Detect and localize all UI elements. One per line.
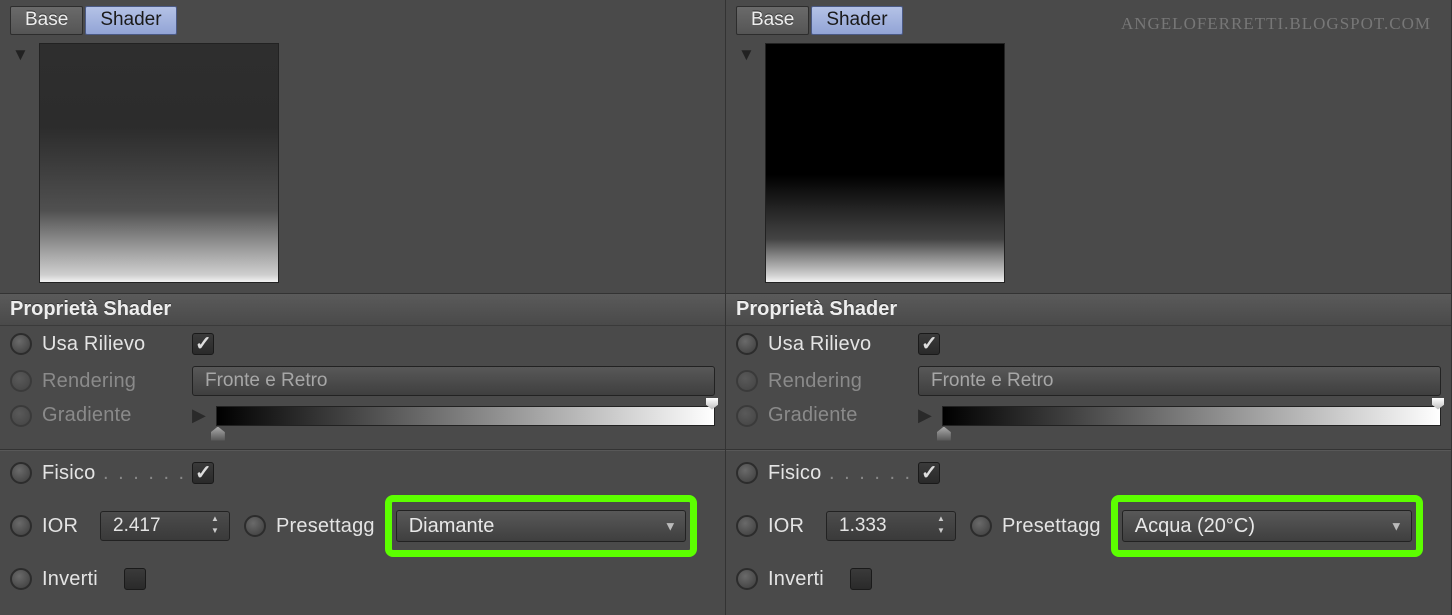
radio-usa-rilievo[interactable] [10,333,32,355]
dropdown-caret-icon: ▼ [1390,519,1403,534]
radio-inverti[interactable] [10,568,32,590]
radio-fisico[interactable] [10,462,32,484]
gradient-bar[interactable] [216,406,715,426]
label-gradiente: Gradiente [768,404,908,427]
collapse-icon[interactable]: ▼ [12,45,29,65]
checkbox-usa-rilievo[interactable] [192,333,214,355]
shader-panel-right: ANGELOFERRETTI.BLOGSPOT.COM Base Shader … [726,0,1452,615]
collapse-icon[interactable]: ▼ [738,45,755,65]
section-title: Proprietà Shader [0,293,725,326]
shader-panel-left: Base Shader ▼ Proprietà Shader Usa Rilie… [0,0,726,615]
label-gradiente: Gradiente [42,404,182,427]
input-ior[interactable]: 1.333 ▲ ▼ [826,511,956,541]
radio-usa-rilievo[interactable] [736,333,758,355]
select-preset[interactable]: Diamante ▼ [396,510,686,542]
radio-fisico[interactable] [736,462,758,484]
label-presettagg: Presettagg [276,515,375,538]
radio-rendering[interactable] [10,370,32,392]
label-ior: IOR [42,515,90,538]
tab-shader[interactable]: Shader [85,6,176,35]
section-title: Proprietà Shader [726,293,1451,326]
tab-shader[interactable]: Shader [811,6,902,35]
gradient-bar[interactable] [942,406,1441,426]
radio-gradiente[interactable] [10,405,32,427]
radio-inverti[interactable] [736,568,758,590]
checkbox-fisico[interactable] [192,462,214,484]
checkbox-fisico[interactable] [918,462,940,484]
radio-presettagg[interactable] [970,515,992,537]
separator [726,449,1451,451]
radio-ior[interactable] [736,515,758,537]
label-presettagg: Presettagg [1002,515,1101,538]
select-rendering-value: Fronte e Retro [205,370,328,392]
spinner-down-icon[interactable]: ▼ [937,526,951,536]
gradient-stop-white[interactable] [1432,398,1444,410]
shader-preview [39,43,279,283]
highlight-preset: Acqua (20°C) ▼ [1111,495,1423,557]
label-rendering: Rendering [42,370,182,393]
radio-gradiente[interactable] [736,405,758,427]
radio-ior[interactable] [10,515,32,537]
checkbox-usa-rilievo[interactable] [918,333,940,355]
select-rendering[interactable]: Fronte e Retro [192,366,715,396]
highlight-preset: Diamante ▼ [385,495,697,557]
watermark: ANGELOFERRETTI.BLOGSPOT.COM [1121,14,1431,34]
expand-gradiente-icon[interactable]: ▶ [918,405,932,426]
label-fisico: Fisico [768,462,908,485]
dropdown-caret-icon: ▼ [664,519,677,534]
label-usa-rilievo: Usa Rilievo [768,333,908,356]
spinner-up-icon[interactable]: ▲ [937,514,951,524]
input-ior[interactable]: 2.417 ▲ ▼ [100,511,230,541]
checkbox-inverti[interactable] [850,568,872,590]
label-rendering: Rendering [768,370,908,393]
label-ior: IOR [768,515,816,538]
select-preset-value: Acqua (20°C) [1135,515,1255,538]
gradient-stop-black[interactable] [211,427,225,441]
radio-rendering[interactable] [736,370,758,392]
input-ior-value: 2.417 [113,515,161,537]
select-rendering-value: Fronte e Retro [931,370,1054,392]
spinner-up-icon[interactable]: ▲ [211,514,225,524]
select-rendering[interactable]: Fronte e Retro [918,366,1441,396]
spinner-down-icon[interactable]: ▼ [211,526,225,536]
shader-preview [765,43,1005,283]
input-ior-value: 1.333 [839,515,887,537]
label-inverti: Inverti [42,568,114,591]
select-preset-value: Diamante [409,515,495,538]
label-usa-rilievo: Usa Rilievo [42,333,182,356]
radio-presettagg[interactable] [244,515,266,537]
label-inverti: Inverti [768,568,840,591]
gradient-stop-white[interactable] [706,398,718,410]
expand-gradiente-icon[interactable]: ▶ [192,405,206,426]
separator [0,449,725,451]
tab-base[interactable]: Base [10,6,83,35]
checkbox-inverti[interactable] [124,568,146,590]
select-preset[interactable]: Acqua (20°C) ▼ [1122,510,1412,542]
gradient-stop-black[interactable] [937,427,951,441]
tabbar: Base Shader [0,0,725,39]
tab-base[interactable]: Base [736,6,809,35]
label-fisico: Fisico [42,462,182,485]
